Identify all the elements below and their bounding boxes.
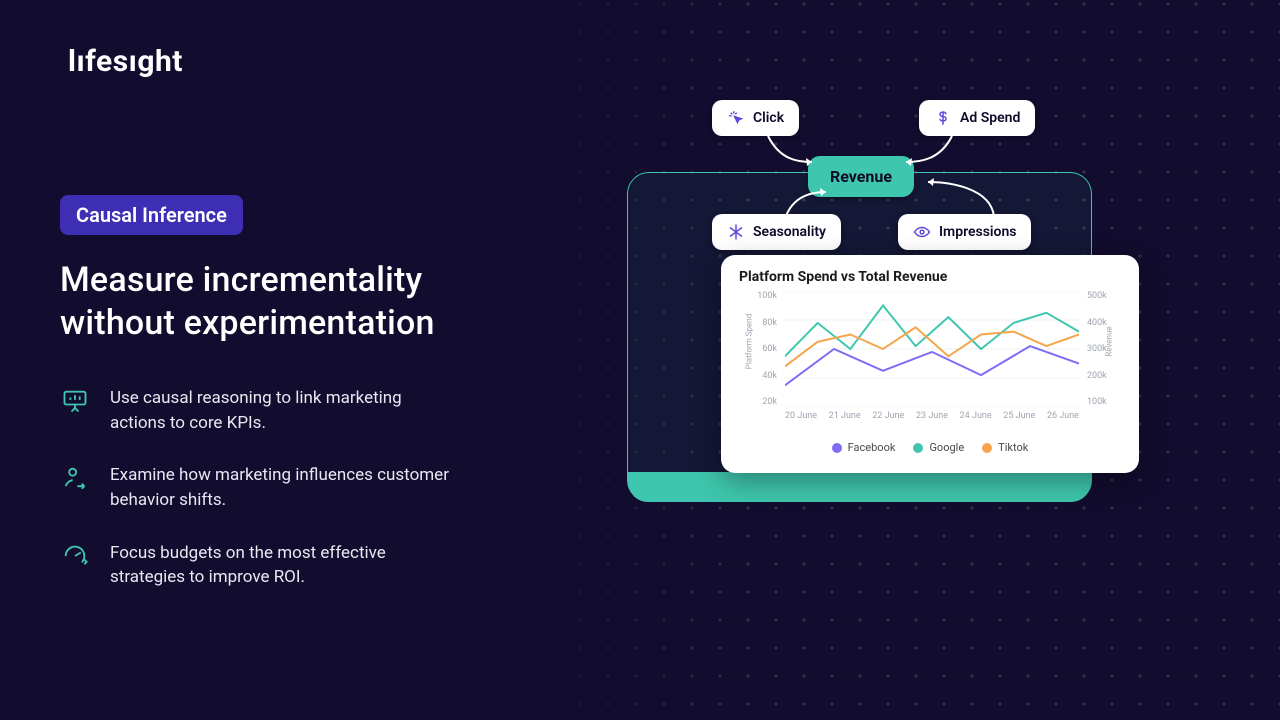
chart-title: Platform Spend vs Total Revenue [739, 269, 1121, 285]
series-facebook [785, 346, 1079, 385]
click-icon [727, 109, 745, 127]
y-right-tick: 200k [1087, 371, 1115, 381]
x-axis-ticks: 20 June 21 June 22 June 23 June 24 June … [785, 411, 1079, 421]
presentation-icon [60, 386, 90, 416]
node-label: Impressions [939, 224, 1016, 240]
y-left-tick: 100k [749, 291, 777, 301]
node-adspend: Ad Spend [919, 100, 1035, 136]
y-right-tick: 500k [1087, 291, 1115, 301]
y-right-tick: 300k [1087, 344, 1115, 354]
chart-card: Platform Spend vs Total Revenue Platform… [721, 255, 1139, 473]
user-flow-icon [60, 463, 90, 493]
dollar-icon [934, 109, 952, 127]
eye-icon [913, 223, 931, 241]
x-tick: 25 June [1003, 411, 1035, 421]
legend-swatch-icon [982, 443, 992, 453]
legend-label: Google [929, 441, 964, 454]
category-badge: Causal Inference [60, 195, 243, 235]
chart-legend: Facebook Google Tiktok [739, 441, 1121, 454]
bullet-text: Examine how marketing influences custome… [110, 463, 450, 512]
bullet-item: Examine how marketing influences custome… [60, 463, 540, 512]
bullet-item: Focus budgets on the most effective stra… [60, 541, 540, 590]
bullet-list: Use causal reasoning to link marketing a… [60, 386, 540, 590]
headline: Measure incrementality without experimen… [60, 259, 540, 344]
y-left-tick: 80k [749, 318, 777, 328]
x-tick: 26 June [1047, 411, 1079, 421]
x-tick: 22 June [872, 411, 904, 421]
legend-label: Facebook [848, 441, 896, 454]
legend-item-google: Google [913, 441, 964, 454]
y-left-tick: 20k [749, 397, 777, 407]
y-left-tick: 60k [749, 344, 777, 354]
node-click: Click [712, 100, 799, 136]
legend-label: Tiktok [998, 441, 1028, 454]
legend-item-facebook: Facebook [832, 441, 896, 454]
node-revenue: Revenue [808, 156, 914, 197]
legend-item-tiktok: Tiktok [982, 441, 1028, 454]
node-label: Seasonality [753, 224, 826, 240]
chart-gridlines [785, 291, 1079, 407]
node-impressions: Impressions [898, 214, 1031, 250]
x-tick: 20 June [785, 411, 817, 421]
y-right-tick: 400k [1087, 318, 1115, 328]
snowflake-icon [727, 223, 745, 241]
brand-name: lıfesıght [68, 44, 183, 79]
bullet-item: Use causal reasoning to link marketing a… [60, 386, 540, 435]
x-tick: 23 June [916, 411, 948, 421]
panel-accent-bar [628, 472, 1091, 502]
legend-swatch-icon [832, 443, 842, 453]
x-tick: 24 June [960, 411, 992, 421]
y-right-ticks: 500k 400k 300k 200k 100k [1087, 291, 1115, 407]
node-label: Revenue [830, 167, 892, 186]
brand-logo: lıfesıght [68, 44, 183, 79]
x-tick: 21 June [829, 411, 861, 421]
chart-area: Platform Spend Revenue 100k 80k 60k 40k … [739, 291, 1121, 437]
bullet-text: Focus budgets on the most effective stra… [110, 541, 450, 590]
node-label: Click [753, 110, 784, 126]
headline-line-2: without experimentation [60, 303, 435, 343]
y-left-tick: 40k [749, 371, 777, 381]
hero-copy: Causal Inference Measure incrementality … [60, 195, 540, 618]
bullet-text: Use causal reasoning to link marketing a… [110, 386, 450, 435]
legend-swatch-icon [913, 443, 923, 453]
y-left-ticks: 100k 80k 60k 40k 20k [749, 291, 777, 407]
chart-plot [785, 291, 1079, 407]
gauge-icon [60, 541, 90, 571]
headline-line-1: Measure incrementality [60, 260, 422, 300]
node-seasonality: Seasonality [712, 214, 841, 250]
y-right-tick: 100k [1087, 397, 1115, 407]
node-label: Ad Spend [960, 110, 1020, 126]
